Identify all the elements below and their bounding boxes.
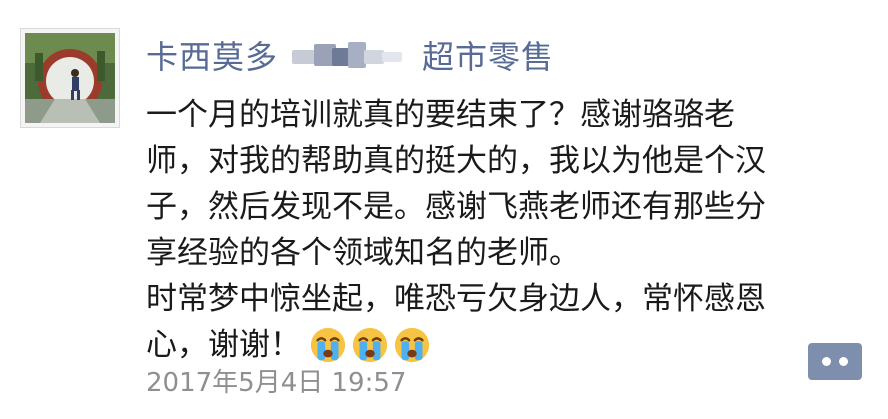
post-content: 一个月的培训就真的要结束了？感谢骆骆老 师，对我的帮助真的挺大的，我以为他是个汉… xyxy=(146,92,866,368)
crying-face-icon xyxy=(352,327,388,363)
content-line: 子，然后发现不是。感谢飞燕老师还有那些分 xyxy=(146,189,766,225)
avatar[interactable] xyxy=(20,28,120,128)
content-line: 时常梦中惊坐起，唯恐亏欠身边人，常怀感恩 xyxy=(146,281,766,317)
post-timestamp: 2017年5月4日 19:57 xyxy=(146,368,407,398)
username-visible-left: 卡西莫多 xyxy=(146,38,279,76)
content-line: 享经验的各个领域知名的老师。 xyxy=(146,235,580,271)
comment-dots-icon xyxy=(839,357,848,366)
username[interactable]: 卡西莫多 超市零售 xyxy=(146,32,554,78)
content-line: 师，对我的帮助真的挺大的，我以为他是个汉 xyxy=(146,143,766,179)
emoji-group xyxy=(309,326,431,364)
username-visible-right: 超市零售 xyxy=(422,38,555,76)
crying-face-icon xyxy=(394,327,430,363)
comment-button[interactable] xyxy=(808,343,862,380)
content-line: 一个月的培训就真的要结束了？感谢骆骆老 xyxy=(146,97,735,133)
avatar-photo xyxy=(25,33,115,123)
crying-face-icon xyxy=(310,327,346,363)
comment-dots-icon xyxy=(822,357,831,366)
redacted-name-blur xyxy=(288,38,412,72)
moments-post: 卡西莫多 超市零售 一个月的培训就真的要结束了？感谢骆骆老 师，对我的帮助真的挺… xyxy=(0,0,888,419)
